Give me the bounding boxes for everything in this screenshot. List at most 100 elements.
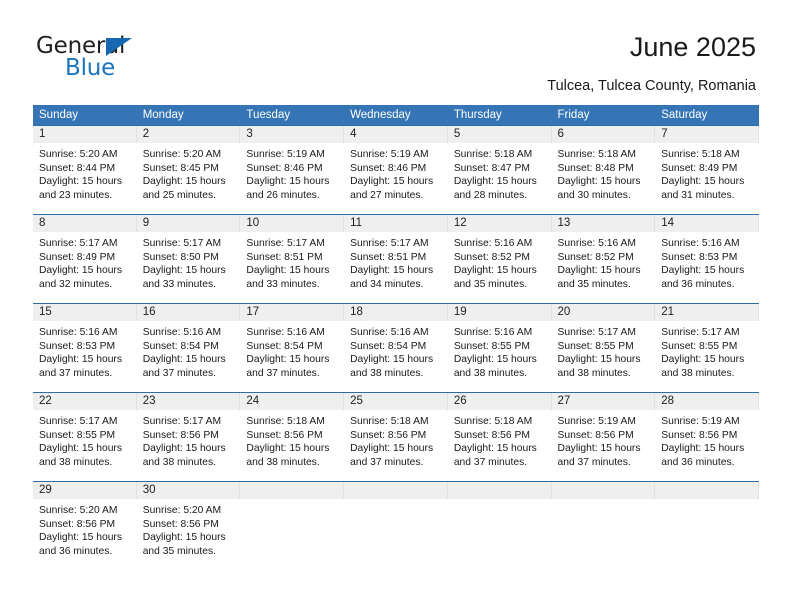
calendar-day-cell[interactable]: 23 Sunrise: 5:17 AM Sunset: 8:56 PM Dayl… <box>136 392 241 482</box>
sunrise-text: Sunrise: 5:19 AM <box>350 149 429 160</box>
general-blue-logo[interactable]: General Blue <box>36 33 236 85</box>
daylight-text-line2: and 33 minutes. <box>142 279 216 291</box>
calendar-day-cell[interactable]: 21 Sunrise: 5:17 AM Sunset: 8:55 PM Dayl… <box>655 303 759 393</box>
calendar-day-cell[interactable]: 28 Sunrise: 5:19 AM Sunset: 8:56 PM Dayl… <box>655 392 759 482</box>
daylight-text-line2: and 34 minutes. <box>350 279 424 291</box>
day-number: 16 <box>136 304 241 321</box>
sunset-text: Sunset: 8:56 PM <box>39 518 116 530</box>
sunrise-text: Sunrise: 5:17 AM <box>557 327 636 338</box>
day-number: 24 <box>240 393 345 410</box>
day-details: Sunrise: 5:17 AM Sunset: 8:49 PM Dayligh… <box>33 232 137 292</box>
sunset-text: Sunset: 8:56 PM <box>661 429 738 441</box>
sunset-text: Sunset: 8:53 PM <box>661 251 738 263</box>
day-details: Sunrise: 5:18 AM Sunset: 8:48 PM Dayligh… <box>552 143 656 203</box>
weekday-header-thursday: Thursday <box>447 105 552 126</box>
sunset-text: Sunset: 8:47 PM <box>453 162 530 174</box>
daylight-text-line1: Daylight: 15 hours <box>142 443 226 455</box>
sunrise-text: Sunrise: 5:16 AM <box>453 327 533 338</box>
day-number: 21 <box>655 304 759 321</box>
daylight-text-line1: Daylight: 15 hours <box>661 443 745 455</box>
calendar-day-cell[interactable]: 9 Sunrise: 5:17 AM Sunset: 8:50 PM Dayli… <box>136 214 241 304</box>
day-number: 4 <box>344 126 448 143</box>
calendar-day-cell[interactable]: 12 Sunrise: 5:16 AM Sunset: 8:52 PM Dayl… <box>447 214 552 304</box>
calendar-day-cell[interactable]: 3 Sunrise: 5:19 AM Sunset: 8:46 PM Dayli… <box>240 125 345 215</box>
weekday-header-tuesday: Tuesday <box>240 105 345 126</box>
calendar-day-cell[interactable]: 17 Sunrise: 5:16 AM Sunset: 8:54 PM Dayl… <box>240 303 345 393</box>
calendar-day-cell-empty <box>344 481 448 570</box>
calendar-day-cell[interactable]: 14 Sunrise: 5:16 AM Sunset: 8:53 PM Dayl… <box>655 214 759 304</box>
daylight-text-line2: and 37 minutes. <box>350 457 424 469</box>
calendar-day-cell[interactable]: 2 Sunrise: 5:20 AM Sunset: 8:45 PM Dayli… <box>136 125 241 215</box>
page-header: General Blue June 2025 Tulcea, Tulcea Co… <box>0 0 792 100</box>
day-number <box>344 482 448 499</box>
daylight-text-line2: and 30 minutes. <box>557 190 631 202</box>
calendar-day-cell[interactable]: 1 Sunrise: 5:20 AM Sunset: 8:44 PM Dayli… <box>33 125 137 215</box>
calendar-day-cell[interactable]: 15 Sunrise: 5:16 AM Sunset: 8:53 PM Dayl… <box>33 303 137 393</box>
daylight-text-line1: Daylight: 15 hours <box>39 532 122 544</box>
daylight-text-line2: and 25 minutes. <box>142 190 216 202</box>
calendar-day-cell[interactable]: 4 Sunrise: 5:19 AM Sunset: 8:46 PM Dayli… <box>344 125 448 215</box>
calendar-day-cell[interactable]: 24 Sunrise: 5:18 AM Sunset: 8:56 PM Dayl… <box>240 392 345 482</box>
sunrise-text: Sunrise: 5:20 AM <box>39 505 118 516</box>
day-number: 26 <box>447 393 552 410</box>
day-details: Sunrise: 5:16 AM Sunset: 8:54 PM Dayligh… <box>137 321 241 381</box>
day-details: Sunrise: 5:20 AM Sunset: 8:45 PM Dayligh… <box>137 143 241 203</box>
calendar-day-cell[interactable]: 7 Sunrise: 5:18 AM Sunset: 8:49 PM Dayli… <box>655 125 759 215</box>
daylight-text-line2: and 37 minutes. <box>453 457 528 469</box>
daylight-text-line2: and 37 minutes. <box>557 457 631 469</box>
calendar-day-cell-empty <box>655 481 759 570</box>
calendar-day-cell[interactable]: 13 Sunrise: 5:16 AM Sunset: 8:52 PM Dayl… <box>551 214 656 304</box>
sunset-text: Sunset: 8:56 PM <box>350 429 427 441</box>
sunrise-text: Sunrise: 5:17 AM <box>39 238 118 249</box>
calendar-day-cell[interactable]: 16 Sunrise: 5:16 AM Sunset: 8:54 PM Dayl… <box>136 303 241 393</box>
calendar-day-cell[interactable]: 10 Sunrise: 5:17 AM Sunset: 8:51 PM Dayl… <box>240 214 345 304</box>
calendar-day-cell[interactable]: 19 Sunrise: 5:16 AM Sunset: 8:55 PM Dayl… <box>447 303 552 393</box>
sunset-text: Sunset: 8:55 PM <box>39 429 116 441</box>
calendar-day-cell[interactable]: 6 Sunrise: 5:18 AM Sunset: 8:48 PM Dayli… <box>551 125 656 215</box>
day-number: 2 <box>136 126 241 143</box>
sunrise-text: Sunrise: 5:16 AM <box>39 327 118 338</box>
sunset-text: Sunset: 8:56 PM <box>142 518 219 530</box>
sunset-text: Sunset: 8:51 PM <box>246 251 323 263</box>
calendar-day-cell[interactable]: 11 Sunrise: 5:17 AM Sunset: 8:51 PM Dayl… <box>344 214 448 304</box>
day-details: Sunrise: 5:16 AM Sunset: 8:52 PM Dayligh… <box>448 232 552 292</box>
calendar-day-cell[interactable]: 18 Sunrise: 5:16 AM Sunset: 8:54 PM Dayl… <box>344 303 448 393</box>
day-number: 8 <box>33 215 137 232</box>
calendar-day-cell[interactable]: 8 Sunrise: 5:17 AM Sunset: 8:49 PM Dayli… <box>33 214 137 304</box>
calendar-day-cell[interactable]: 20 Sunrise: 5:17 AM Sunset: 8:55 PM Dayl… <box>551 303 656 393</box>
daylight-text-line1: Daylight: 15 hours <box>39 265 122 277</box>
calendar-week-row: 8 Sunrise: 5:17 AM Sunset: 8:49 PM Dayli… <box>33 214 759 304</box>
sunrise-text: Sunrise: 5:20 AM <box>39 149 118 160</box>
daylight-text-line2: and 38 minutes. <box>246 457 320 469</box>
sunrise-text: Sunrise: 5:16 AM <box>246 327 325 338</box>
daylight-text-line1: Daylight: 15 hours <box>39 176 122 188</box>
daylight-text-line2: and 36 minutes. <box>39 546 113 558</box>
daylight-text-line2: and 37 minutes. <box>246 368 320 380</box>
day-details: Sunrise: 5:20 AM Sunset: 8:56 PM Dayligh… <box>137 499 241 559</box>
daylight-text-line2: and 38 minutes. <box>557 368 631 380</box>
calendar-day-cell[interactable]: 26 Sunrise: 5:18 AM Sunset: 8:56 PM Dayl… <box>447 392 552 482</box>
sunrise-text: Sunrise: 5:18 AM <box>246 416 325 427</box>
calendar-day-cell[interactable]: 30 Sunrise: 5:20 AM Sunset: 8:56 PM Dayl… <box>136 481 241 570</box>
calendar-day-cell[interactable]: 29 Sunrise: 5:20 AM Sunset: 8:56 PM Dayl… <box>33 481 137 570</box>
daylight-text-line1: Daylight: 15 hours <box>661 176 745 188</box>
sunset-text: Sunset: 8:46 PM <box>246 162 323 174</box>
calendar-day-cell[interactable]: 27 Sunrise: 5:19 AM Sunset: 8:56 PM Dayl… <box>551 392 656 482</box>
calendar-day-cell[interactable]: 25 Sunrise: 5:18 AM Sunset: 8:56 PM Dayl… <box>344 392 448 482</box>
calendar-day-cell[interactable]: 5 Sunrise: 5:18 AM Sunset: 8:47 PM Dayli… <box>447 125 552 215</box>
daylight-text-line2: and 35 minutes. <box>557 279 631 291</box>
day-number: 9 <box>136 215 241 232</box>
day-details: Sunrise: 5:17 AM Sunset: 8:51 PM Dayligh… <box>240 232 344 292</box>
sunset-text: Sunset: 8:52 PM <box>453 251 530 263</box>
day-number: 28 <box>655 393 759 410</box>
calendar-day-cell[interactable]: 22 Sunrise: 5:17 AM Sunset: 8:55 PM Dayl… <box>33 392 137 482</box>
calendar-header-row: Sunday Monday Tuesday Wednesday Thursday… <box>33 105 759 126</box>
day-details: Sunrise: 5:19 AM Sunset: 8:46 PM Dayligh… <box>344 143 448 203</box>
day-details: Sunrise: 5:18 AM Sunset: 8:56 PM Dayligh… <box>240 410 344 470</box>
day-number <box>655 482 759 499</box>
day-number: 1 <box>33 126 137 143</box>
weekday-header-sunday: Sunday <box>33 105 137 126</box>
daylight-text-line2: and 33 minutes. <box>246 279 320 291</box>
day-number: 23 <box>136 393 241 410</box>
sunset-text: Sunset: 8:50 PM <box>142 251 219 263</box>
